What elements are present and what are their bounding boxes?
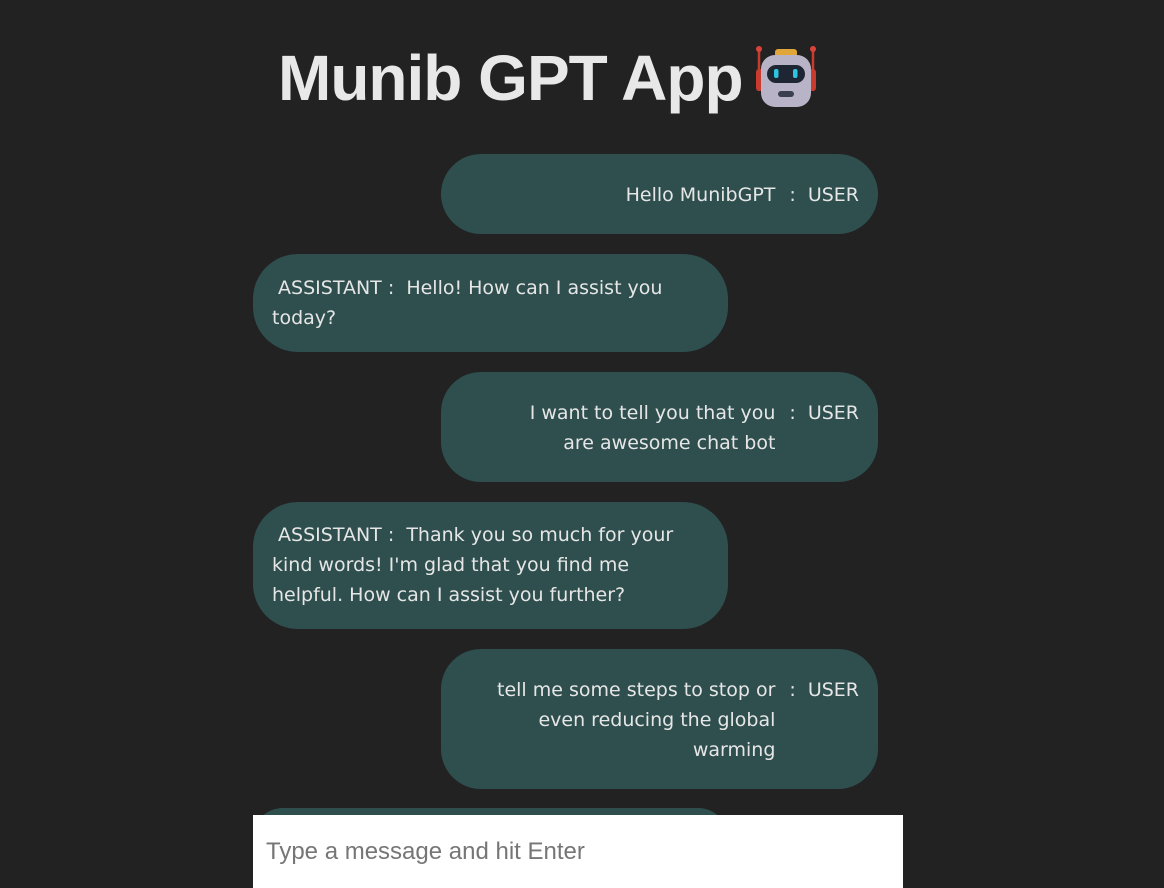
chat-message-user: Hello MunibGPT : USER [441, 154, 878, 234]
message-separator: : [387, 277, 395, 299]
message-text: tell me some steps to stop or even reduc… [497, 679, 776, 761]
message-role-label: USER [807, 679, 859, 701]
chat-message-user: tell me some steps to stop or even reduc… [441, 649, 878, 789]
message-role-label: ASSISTANT [278, 524, 382, 546]
message-role-label: USER [807, 184, 859, 206]
message-text: I want to tell you that you are awesome … [529, 402, 776, 454]
chat-message-assistant: ASSISTANT : Thank you so much for your k… [253, 502, 728, 629]
message-separator: : [789, 402, 796, 424]
chat-message-assistant: ASSISTANT : Hello! How can I assist you … [253, 254, 728, 352]
robot-icon [755, 46, 816, 107]
message-text: Hello MunibGPT [625, 184, 776, 206]
message-role-label: USER [807, 402, 859, 424]
message-separator: : [789, 679, 796, 701]
message-separator: : [387, 524, 395, 546]
message-separator: : [789, 184, 796, 206]
page-title: Munib GPT App [278, 38, 819, 118]
message-input[interactable] [253, 815, 903, 888]
chat-message-user: I want to tell you that you are awesome … [441, 372, 878, 482]
page-title-text: Munib GPT App [278, 42, 744, 114]
message-role-label: ASSISTANT [278, 277, 382, 299]
